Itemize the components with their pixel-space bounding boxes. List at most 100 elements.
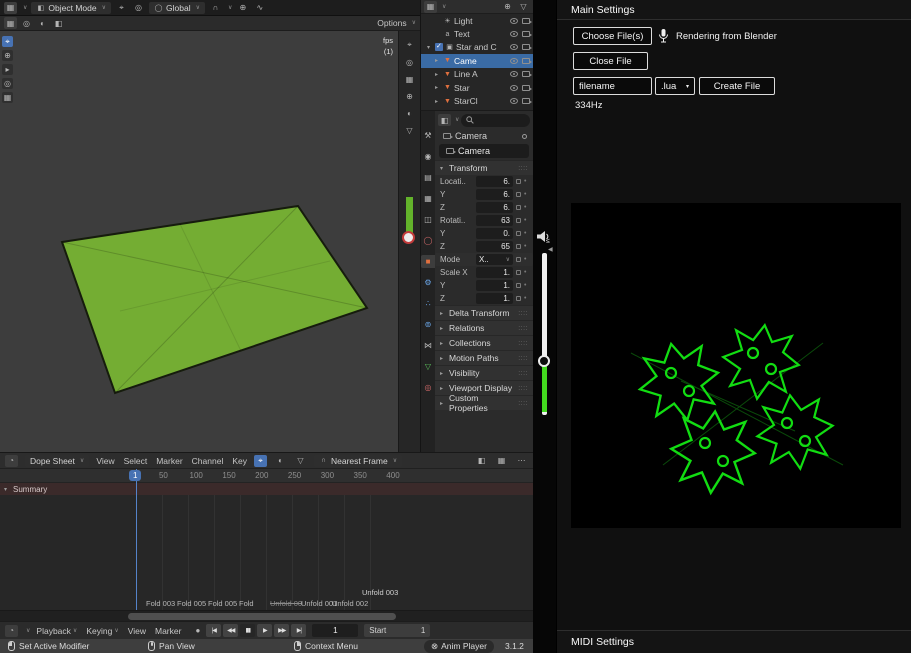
wave-icon[interactable]: ∿: [253, 2, 266, 14]
floating-marker[interactable]: Unfold 003: [362, 588, 398, 597]
drag-handle-icon[interactable]: [518, 340, 528, 347]
disable-render-icon[interactable]: [522, 58, 530, 64]
volume-knob[interactable]: [538, 355, 550, 367]
value-field[interactable]: 63 ∨: [476, 215, 513, 226]
close-circle-icon[interactable]: ⊗: [431, 641, 438, 652]
outliner-row-starcl[interactable]: ▸ ▼ StarCl: [421, 94, 533, 107]
value-field[interactable]: 6. ∨: [476, 202, 513, 213]
collapsed-panel-header[interactable]: ▸ Relations: [435, 320, 533, 335]
record-button[interactable]: ●: [195, 626, 200, 635]
gizmo-icon[interactable]: ⌖: [403, 39, 416, 51]
menu-item[interactable]: Key: [232, 456, 247, 466]
properties-editor-icon[interactable]: ◧: [438, 114, 451, 126]
hide-eye-icon[interactable]: [510, 71, 518, 77]
drag-handle-icon[interactable]: [518, 310, 528, 317]
value-field[interactable]: 6. ∨: [476, 176, 513, 187]
breadcrumb-label[interactable]: Camera: [455, 131, 487, 141]
drag-handle-icon[interactable]: [518, 385, 528, 392]
expand-arrow-icon[interactable]: ▸: [435, 71, 441, 78]
menu-item[interactable]: Keying ∨: [86, 626, 118, 636]
menu-item[interactable]: View: [96, 456, 114, 466]
lock-icon[interactable]: [516, 218, 521, 223]
hide-eye-icon[interactable]: [510, 58, 518, 64]
hidden-toggle-icon[interactable]: ◐: [274, 455, 287, 467]
arrow-down-icon[interactable]: ▾: [4, 486, 10, 493]
search-icon[interactable]: ⊕: [501, 1, 514, 13]
tab-modifiers[interactable]: ⚙: [421, 276, 435, 289]
animate-dot-icon[interactable]: [524, 282, 526, 289]
animate-dot-icon[interactable]: [524, 191, 526, 198]
value-field[interactable]: 65 ∨: [476, 241, 513, 252]
gizmo-icon[interactable]: ⊕: [403, 90, 416, 102]
value-field[interactable]: 1. ∨: [476, 280, 513, 291]
gizmo-icon[interactable]: ▦: [403, 73, 416, 85]
value-field[interactable]: 1. ∨: [476, 293, 513, 304]
tab-physics[interactable]: ⊚: [421, 318, 435, 331]
animate-dot-icon[interactable]: [524, 217, 526, 224]
shading-icon[interactable]: ◧: [52, 17, 65, 29]
lock-icon[interactable]: [516, 205, 521, 210]
pin-icon[interactable]: [522, 134, 527, 139]
more-options-icon[interactable]: ⋯: [515, 455, 528, 467]
animate-dot-icon[interactable]: [524, 256, 526, 263]
viewport-3d[interactable]: ⌖ ⊕ ▸ ◎ ▦ fps (1): [0, 31, 398, 452]
timeline-marker[interactable]: Unfold 00: [270, 599, 301, 608]
tab-constraints[interactable]: ⋈: [421, 339, 435, 352]
value-field[interactable]: 6. ∨: [476, 189, 513, 200]
lock-icon[interactable]: [516, 283, 521, 288]
menu-item[interactable]: Playback ∨: [36, 626, 77, 636]
move-tool-icon[interactable]: ▸: [2, 64, 13, 75]
overlay-toggle-icon[interactable]: ◐: [36, 17, 49, 29]
timeline-marker[interactable]: Fold 005: [177, 599, 208, 608]
choose-files-button[interactable]: Choose File(s): [573, 27, 652, 45]
value-field[interactable]: X.. ∨: [476, 254, 513, 265]
disable-render-icon[interactable]: [522, 71, 530, 77]
animate-dot-icon[interactable]: [524, 204, 526, 211]
only-selected-toggle-icon[interactable]: ⌖: [254, 455, 267, 467]
meter-knob[interactable]: [402, 231, 415, 244]
mode-dropdown[interactable]: ◧ Object Mode ∨: [31, 2, 111, 14]
dope-sheet-editor-icon[interactable]: ◔: [5, 455, 18, 467]
hide-eye-icon[interactable]: [510, 44, 518, 50]
pause-button[interactable]: ▮▮: [240, 624, 255, 637]
menu-item[interactable]: Select: [124, 456, 148, 466]
copy-icon[interactable]: ◧: [475, 455, 488, 467]
drag-handle-icon[interactable]: [518, 370, 528, 377]
start-frame-slider[interactable]: Start 1: [364, 624, 430, 637]
timeline-marker[interactable]: Fold: [239, 599, 270, 608]
lock-icon[interactable]: [516, 179, 521, 184]
keyframe-canvas[interactable]: Fold 003Fold 005Fold 005FoldUnfold 00Unf…: [0, 495, 533, 610]
rotate-tool-icon[interactable]: ◎: [2, 78, 13, 89]
outliner-row-light[interactable]: ☀ Light: [421, 14, 533, 27]
menu-item[interactable]: Channel: [192, 456, 224, 466]
select-box-tool-icon[interactable]: ⌖: [2, 36, 13, 47]
tab-object-data[interactable]: ▽: [421, 360, 435, 373]
play-button[interactable]: ▶: [257, 624, 272, 637]
expand-arrow-icon[interactable]: ▸: [435, 98, 441, 105]
view-layer-icon[interactable]: ▦: [4, 17, 17, 29]
next-keyframe-button[interactable]: ▶▶: [274, 624, 289, 637]
disable-render-icon[interactable]: [522, 98, 530, 104]
collapsed-panel-header[interactable]: ▸ Motion Paths: [435, 350, 533, 365]
select-tool-icon[interactable]: ⌖: [115, 2, 128, 14]
lock-icon[interactable]: [516, 296, 521, 301]
editor-type-icon[interactable]: ▦: [4, 2, 17, 14]
orientation-dropdown[interactable]: ◯ Global ∨: [149, 2, 205, 14]
collapsed-panel-header[interactable]: ▸ Custom Properties: [435, 395, 533, 410]
anim-player-pill[interactable]: ⊗ Anim Player: [424, 640, 494, 653]
expand-arrow-icon[interactable]: ▸: [435, 57, 441, 64]
object-name-field[interactable]: Camera: [439, 144, 529, 158]
filter-icon[interactable]: ▽: [517, 1, 530, 13]
transform-panel-header[interactable]: ▾ Transform: [435, 160, 533, 175]
tab-view-layer[interactable]: ▦: [421, 192, 435, 205]
drag-handle-icon[interactable]: [518, 165, 528, 172]
menu-item[interactable]: Marker ∨: [155, 626, 181, 636]
lock-icon[interactable]: [516, 257, 521, 262]
gizmo-icon[interactable]: ◎: [403, 56, 416, 68]
resize-triangle-icon[interactable]: ◀: [548, 246, 553, 253]
outliner-row-camera[interactable]: ▸ ▼ Came: [421, 54, 533, 67]
animate-dot-icon[interactable]: [524, 295, 526, 302]
hide-eye-icon[interactable]: [510, 85, 518, 91]
snap-dropdown[interactable]: ∩ Nearest Frame ∨: [314, 455, 402, 467]
jump-to-start-button[interactable]: |◀: [206, 624, 221, 637]
